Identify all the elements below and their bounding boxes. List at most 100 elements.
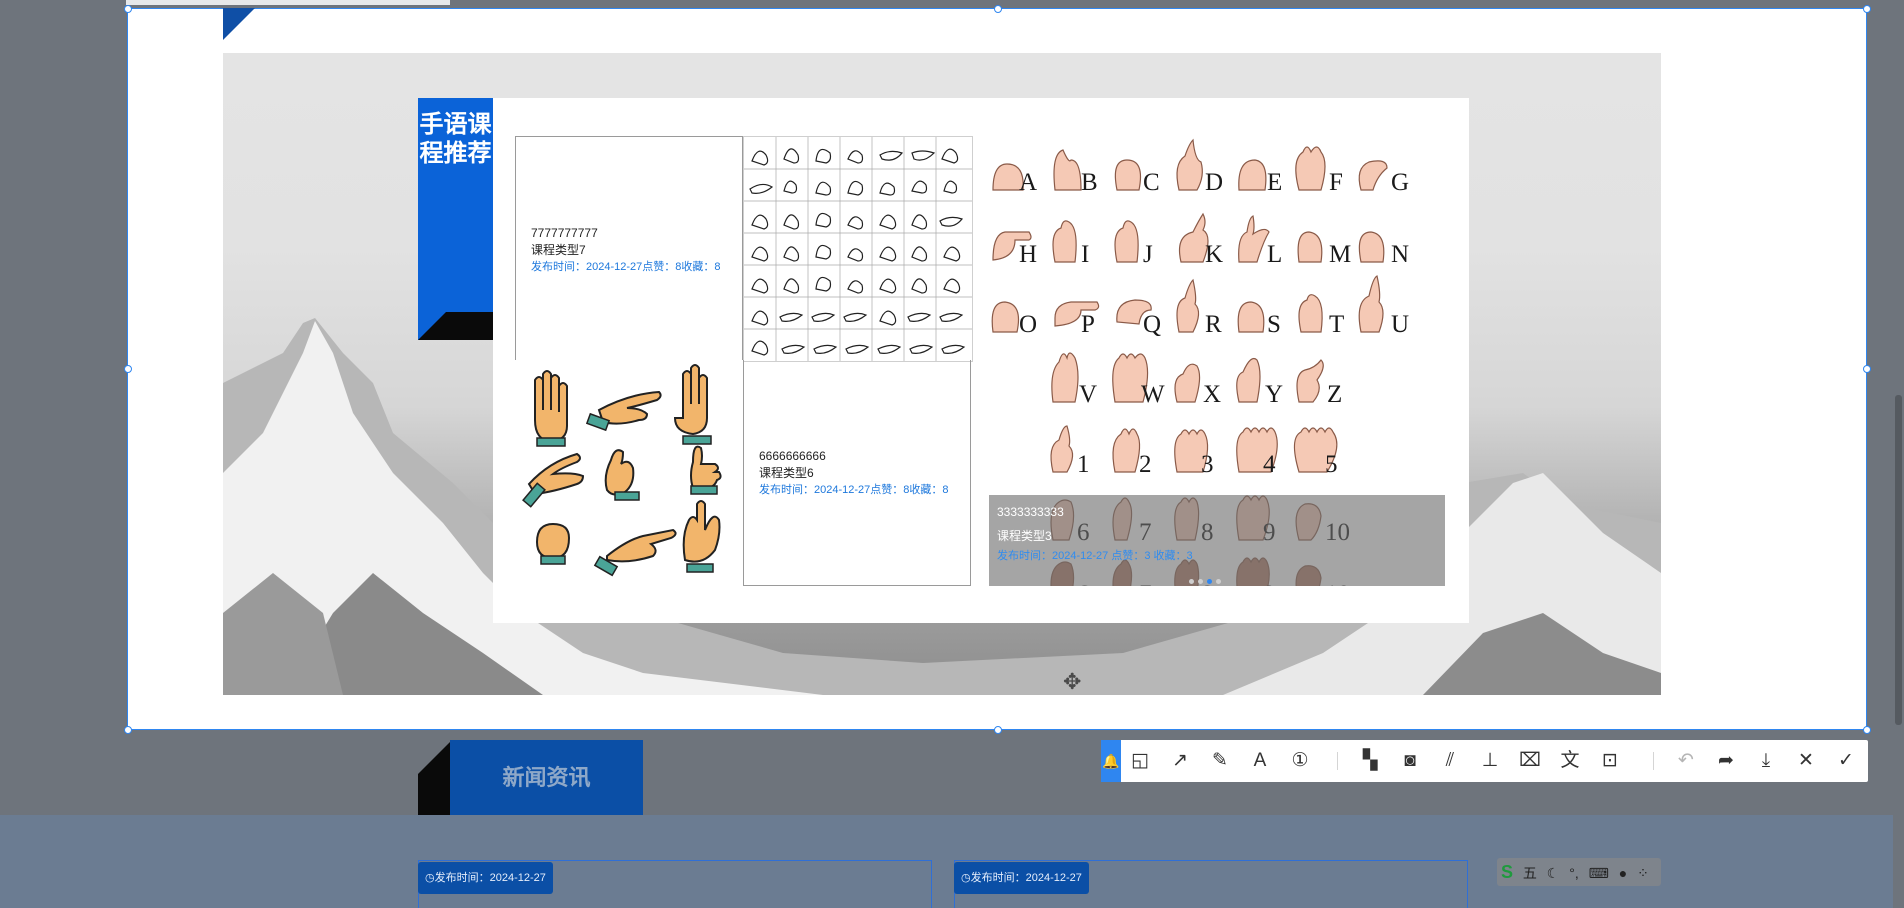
- punctuation-icon[interactable]: °,: [1569, 865, 1579, 881]
- ime-status-bar[interactable]: S 五 ☾ °, ⌨ ● ⁘: [1497, 858, 1661, 886]
- apps-icon[interactable]: ⁘: [1637, 865, 1649, 881]
- download-button[interactable]: ⤓: [1751, 746, 1781, 776]
- news-date-badge: ◷发布时间：2024-12-27: [954, 862, 1089, 894]
- shape-tool[interactable]: ◱: [1125, 746, 1155, 776]
- course-type: 课程类型3: [997, 529, 1052, 543]
- fingerspelling-grid: [744, 137, 972, 361]
- hatch-tool[interactable]: ⫽: [1435, 746, 1465, 776]
- share-button[interactable]: ➦: [1711, 746, 1741, 776]
- hand-gestures-image[interactable]: [515, 360, 743, 586]
- title-cut: [418, 312, 446, 340]
- ocr-tool[interactable]: ⌧: [1515, 746, 1545, 776]
- pin-tool[interactable]: ⊥: [1475, 746, 1505, 776]
- mosaic-tool[interactable]: ▚: [1355, 746, 1385, 776]
- pin-icon: ⊥: [1481, 750, 1499, 771]
- ocr-icon: ⌧: [1519, 750, 1541, 771]
- asl-number-label: 2: [1139, 451, 1152, 478]
- asl-letter-label: W: [1141, 381, 1165, 408]
- news-date: 发布时间：2024-12-27: [970, 872, 1082, 884]
- ime-mode[interactable]: 五: [1523, 865, 1537, 881]
- undo-button[interactable]: ↶: [1671, 746, 1701, 776]
- fingerspelling-chart-image[interactable]: [743, 136, 973, 362]
- check-icon: ✓: [1838, 750, 1854, 771]
- text-tool[interactable]: A: [1245, 746, 1275, 776]
- asl-number-label: 4: [1263, 451, 1276, 478]
- carousel-dot[interactable]: [1216, 579, 1221, 584]
- resize-handle[interactable]: [124, 5, 132, 13]
- carousel-dot-active[interactable]: [1207, 579, 1212, 584]
- news-section-tab[interactable]: 新闻资讯: [418, 740, 643, 815]
- extract-text-icon: ⊡: [1602, 750, 1618, 771]
- carousel-dots[interactable]: [1189, 571, 1225, 586]
- asl-letter-label: T: [1329, 311, 1344, 338]
- asl-number-label: 5: [1325, 451, 1338, 478]
- carousel-dot[interactable]: [1198, 579, 1203, 584]
- notification-bell-icon[interactable]: 🔔: [1101, 740, 1121, 782]
- asl-letter-label: L: [1267, 241, 1282, 268]
- asl-letter-label: F: [1329, 169, 1343, 196]
- course-card-text: 7777777777 课程类型7 发布时间：2024-12-27点赞：8收藏：8: [531, 225, 721, 275]
- confirm-button[interactable]: ✓: [1831, 746, 1861, 776]
- course-meta: 发布时间：2024-12-27点赞：8收藏：8: [759, 484, 949, 496]
- asl-letter-label: K: [1205, 241, 1223, 268]
- resize-handle[interactable]: [994, 5, 1002, 13]
- resize-handle[interactable]: [1863, 5, 1871, 13]
- pen-icon: ✎: [1212, 750, 1228, 771]
- asl-letter-label: B: [1081, 169, 1098, 196]
- asl-alphabet-image[interactable]: ABCDEFGHIJKLMNOPQRSTUVWXYZ12345678910678…: [989, 136, 1445, 586]
- news-tab-cut: [418, 740, 452, 774]
- asl-letter-label: N: [1391, 241, 1409, 268]
- resize-handle[interactable]: [994, 726, 1002, 734]
- asl-letter-label: E: [1267, 169, 1282, 196]
- course-meta: 发布时间：2024-12-27 点赞：3 收藏：3: [997, 550, 1193, 562]
- asl-letter-label: S: [1267, 311, 1281, 338]
- keyboard-icon[interactable]: ⌨: [1589, 865, 1609, 881]
- close-button[interactable]: ✕: [1791, 746, 1821, 776]
- asl-letter-label: G: [1391, 169, 1409, 196]
- blur-icon: ◙: [1404, 750, 1416, 771]
- undo-icon: ↶: [1678, 750, 1694, 771]
- course-title: 7777777777: [531, 226, 598, 240]
- translate-tool[interactable]: 文: [1555, 746, 1585, 776]
- asl-number-label: 1: [1077, 451, 1090, 478]
- asl-letter-label: Y: [1265, 381, 1283, 408]
- resize-handle[interactable]: [124, 365, 132, 373]
- shapes-icon: ◱: [1131, 750, 1149, 771]
- number-tool[interactable]: ①: [1285, 746, 1315, 776]
- asl-letter-label: Z: [1327, 381, 1342, 408]
- user-icon[interactable]: ●: [1619, 865, 1627, 881]
- asl-letter-label: V: [1079, 381, 1097, 408]
- section-vertical-title: 手语课程推荐: [418, 98, 493, 312]
- clock-icon: ◷: [961, 872, 971, 884]
- pen-tool[interactable]: ✎: [1205, 746, 1235, 776]
- asl-letter-label: M: [1329, 241, 1351, 268]
- course-title: 3333333333: [997, 505, 1064, 519]
- news-section-title: 新闻资讯: [450, 740, 643, 815]
- resize-handle[interactable]: [124, 726, 132, 734]
- extract-text-tool[interactable]: ⊡: [1595, 746, 1625, 776]
- moon-icon[interactable]: ☾: [1547, 865, 1560, 881]
- toolbar-separator: [1337, 752, 1338, 770]
- course-type: 课程类型6: [759, 466, 814, 480]
- numbered-marker-icon: ①: [1291, 750, 1309, 771]
- course-card[interactable]: 6666666666 课程类型6 发布时间：2024-12-27点赞：8收藏：8: [743, 360, 971, 586]
- arrow-icon: ↗: [1172, 750, 1188, 771]
- scrollbar-thumb[interactable]: [1895, 395, 1902, 725]
- resize-handle[interactable]: [1863, 726, 1871, 734]
- news-date-badge: ◷发布时间：2024-12-27: [418, 862, 553, 894]
- asl-letter-label: R: [1205, 311, 1222, 338]
- arrow-tool[interactable]: ↗: [1165, 746, 1195, 776]
- toolbar-separator: [1653, 752, 1654, 770]
- sogou-logo-icon: S: [1501, 862, 1514, 882]
- share-icon: ➦: [1718, 750, 1734, 771]
- course-card[interactable]: 7777777777 课程类型7 发布时间：2024-12-27点赞：8收藏：8: [515, 136, 743, 360]
- carousel-dot[interactable]: [1189, 579, 1194, 584]
- course-meta: 发布时间：2024-12-27点赞：8收藏：8: [531, 261, 721, 273]
- asl-letter-label: A: [1019, 169, 1037, 196]
- clock-icon: ◷: [425, 872, 435, 884]
- asl-letter-label: J: [1143, 241, 1153, 268]
- text-icon: A: [1253, 750, 1267, 771]
- resize-handle[interactable]: [1863, 365, 1871, 373]
- page-scrollbar[interactable]: [1893, 0, 1904, 908]
- blur-tool[interactable]: ◙: [1395, 746, 1425, 776]
